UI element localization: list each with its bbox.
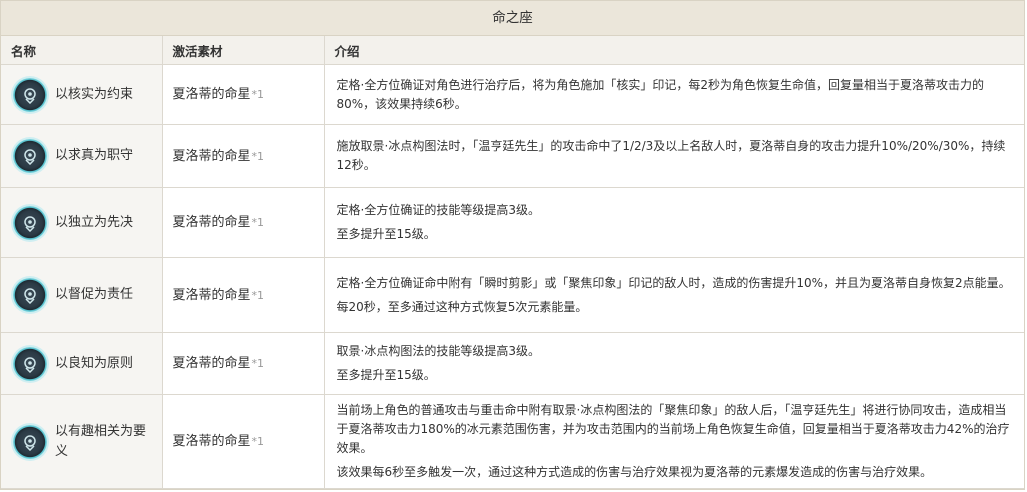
description-cell: 当前场上角色的普通攻击与重击命中附有取景·冰点构图法的「聚焦印象」的敌人后，「温… [324,394,1024,489]
material-name: 夏洛蒂的命星 [172,356,251,371]
constellation-name: 以督促为责任 [55,287,134,302]
description-paragraph: 定格·全方位确证的技能等级提高3级。 [336,203,540,217]
material-count: *1 [251,357,265,370]
description-paragraph: 定格·全方位确证命中附有「瞬时剪影」或「聚焦印象」印记的敌人时，造成的伤害提升1… [336,275,1011,290]
description-cell: 取景·冰点构图法的技能等级提高3级。 至多提升至15级。 [324,332,1024,395]
name-wrap: 以核实为约束 [13,77,152,112]
table-row: 以独立为先决 夏洛蒂的命星*1 定格·全方位确证的技能等级提高3级。 至多提升至15级… [1,187,1024,258]
table-row: 以核实为约束 夏洛蒂的命星*1 定格·全方位确证对角色进行治疗后，将为角色施加「核实… [1,64,1024,125]
constellation-icon [13,77,47,112]
header-desc: 介绍 [324,36,1024,65]
material-cell: 夏洛蒂的命星*1 [162,187,325,258]
table-row: 以求真为职守 夏洛蒂的命星*1 施放取景·冰点构图法时，「温亨廷先生」的攻击命中了1… [1,124,1024,188]
constellation-panel: 命之座 名称 激活素材 介绍 以核实为约束 夏洛蒂的命星*1 定格·全方位确证对角色… [0,0,1025,490]
name-wrap: 以督促为责任 [13,278,152,312]
table-row: 以督促为责任 夏洛蒂的命星*1 定格·全方位确证命中附有「瞬时剪影」或「聚焦印象」印… [1,257,1024,333]
constellation-name: 以有趣相关为要义 [55,423,147,459]
constellation-name: 以求真为职守 [55,148,134,163]
material-count: *1 [251,88,265,101]
description-paragraph: 取景·冰点构图法的技能等级提高3级。 [336,344,540,358]
material-cell: 夏洛蒂的命星*1 [162,257,325,333]
name-wrap: 以独立为先决 [13,205,152,240]
material-name: 夏洛蒂的命星 [172,287,251,303]
name-cell: 以核实为约束 [1,64,163,125]
name-cell: 以独立为先决 [1,187,163,258]
description-cell: 定格·全方位确证的技能等级提高3级。 至多提升至15级。 [324,187,1024,258]
panel-title: 命之座 [1,1,1024,36]
material-link[interactable]: 夏洛蒂的命星*1 [173,434,265,449]
constellation-icon [13,346,47,381]
material-cell: 夏洛蒂的命星*1 [162,332,325,395]
description-paragraph: 至多提升至15级。 [336,227,436,241]
constellation-name: 以良知为原则 [55,355,134,371]
description-paragraph: 至多提升至15级。 [336,368,436,382]
description-cell: 定格·全方位确证对角色进行治疗后，将为角色施加「核实」印记，每2秒为角色恢复生命… [324,64,1024,125]
description-cell: 施放取景·冰点构图法时，「温亨廷先生」的攻击命中了1/2/3及以上名敌人时，夏洛… [324,124,1024,188]
material-link[interactable]: 夏洛蒂的命星*1 [173,149,265,164]
constellation-name: 以独立为先决 [55,214,134,230]
material-count: *1 [251,288,265,302]
description-paragraph: 该效果每6秒至多触发一次，通过这种方式造成的伤害与治疗效果视为夏洛蒂的元素爆发造… [336,465,933,479]
description-cell: 定格·全方位确证命中附有「瞬时剪影」或「聚焦印象」印记的敌人时，造成的伤害提升1… [324,257,1024,333]
description-paragraph: 当前场上角色的普通攻击与重击命中附有取景·冰点构图法的「聚焦印象」的敌人后，「温… [336,403,1010,455]
description-paragraph: 每20秒，至多通过这种方式恢复5次元素能量。 [336,299,588,314]
header-material: 激活素材 [162,36,325,65]
constellation-icon [13,278,47,312]
constellation-icon [13,139,47,173]
material-link[interactable]: 夏洛蒂的命星*1 [173,288,265,303]
constellation-icon [13,424,47,459]
material-cell: 夏洛蒂的命星*1 [162,124,325,188]
material-count: *1 [251,216,265,229]
table-row: 以有趣相关为要义 夏洛蒂的命星*1 当前场上角色的普通攻击与重击命中附有取景·冰点构… [1,394,1024,489]
name-cell: 以求真为职守 [1,124,163,188]
constellation-icon [13,205,47,240]
material-name: 夏洛蒂的命星 [172,434,251,449]
table-row: 以良知为原则 夏洛蒂的命星*1 取景·冰点构图法的技能等级提高3级。 至多提升至15级… [1,332,1024,395]
name-cell: 以有趣相关为要义 [1,394,163,489]
material-count: *1 [251,149,265,163]
material-count: *1 [251,435,265,448]
name-cell: 以良知为原则 [1,332,163,395]
material-cell: 夏洛蒂的命星*1 [162,64,325,125]
material-name: 夏洛蒂的命星 [172,87,251,102]
material-link[interactable]: 夏洛蒂的命星*1 [173,87,265,102]
material-name: 夏洛蒂的命星 [172,148,251,164]
material-link[interactable]: 夏洛蒂的命星*1 [173,215,265,230]
material-link[interactable]: 夏洛蒂的命星*1 [173,356,265,371]
name-cell: 以督促为责任 [1,257,163,333]
name-wrap: 以有趣相关为要义 [13,422,152,462]
constellation-table: 名称 激活素材 介绍 以核实为约束 夏洛蒂的命星*1 定格·全方位确证对角色进行治疗… [1,36,1024,489]
material-cell: 夏洛蒂的命星*1 [162,394,325,489]
name-wrap: 以良知为原则 [13,346,152,381]
constellation-name: 以核实为约束 [55,86,134,102]
description-paragraph: 定格·全方位确证对角色进行治疗后，将为角色施加「核实」印记，每2秒为角色恢复生命… [336,77,984,111]
material-name: 夏洛蒂的命星 [172,215,251,230]
header-name: 名称 [1,36,163,65]
description-paragraph: 施放取景·冰点构图法时，「温亨廷先生」的攻击命中了1/2/3及以上名敌人时，夏洛… [336,139,1006,172]
table-header-row: 名称 激活素材 介绍 [1,36,1024,65]
name-wrap: 以求真为职守 [13,139,152,173]
